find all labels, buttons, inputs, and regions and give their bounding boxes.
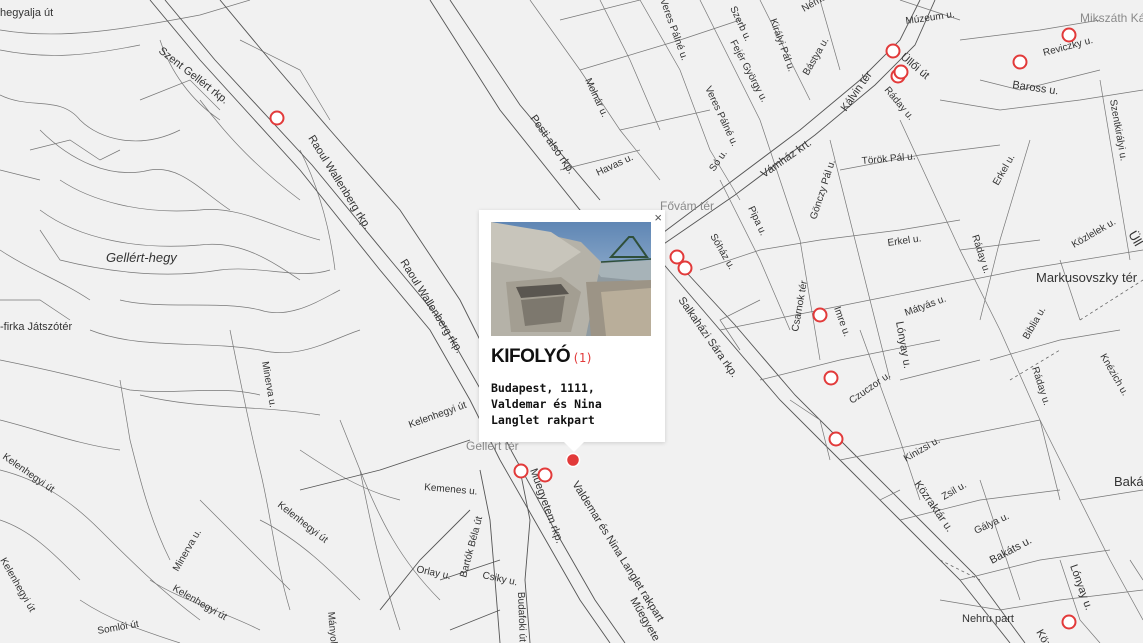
square-label: Mikszáth Kálmán tér xyxy=(1080,11,1143,25)
location-marker[interactable] xyxy=(1061,614,1077,630)
location-marker[interactable] xyxy=(893,64,909,80)
location-popup: × KIFOLYÓ (1) Budapest, 1111, Valdemar és… xyxy=(479,210,665,452)
location-marker[interactable] xyxy=(513,463,529,479)
location-marker[interactable] xyxy=(812,307,828,323)
street-label: hegyalja út xyxy=(0,7,53,19)
square-label: Markusovszky tér xyxy=(1036,270,1138,285)
location-marker[interactable] xyxy=(269,110,285,126)
popup-count: (1) xyxy=(572,351,593,365)
street-label: Baká xyxy=(1114,474,1143,489)
street-label: Budafoki út xyxy=(515,592,528,643)
location-marker[interactable] xyxy=(823,370,839,386)
street-label: Gellért-hegy xyxy=(106,250,178,265)
location-marker[interactable] xyxy=(1061,27,1077,43)
square-label: Fővám tér xyxy=(660,199,714,213)
location-marker[interactable] xyxy=(1012,54,1028,70)
street-label: Nehru part xyxy=(962,613,1014,625)
location-marker[interactable] xyxy=(828,431,844,447)
popup-title: KIFOLYÓ (1) xyxy=(491,346,593,367)
active-location-marker[interactable] xyxy=(565,452,581,468)
location-marker[interactable] xyxy=(537,467,553,483)
location-marker[interactable] xyxy=(677,260,693,276)
location-marker[interactable] xyxy=(885,43,901,59)
street-label: -firka Játszótér xyxy=(0,321,72,333)
popup-address: Budapest, 1111, Valdemar és Nina Langlet… xyxy=(491,381,602,427)
close-icon[interactable]: × xyxy=(654,211,662,225)
location-photo xyxy=(491,222,651,336)
